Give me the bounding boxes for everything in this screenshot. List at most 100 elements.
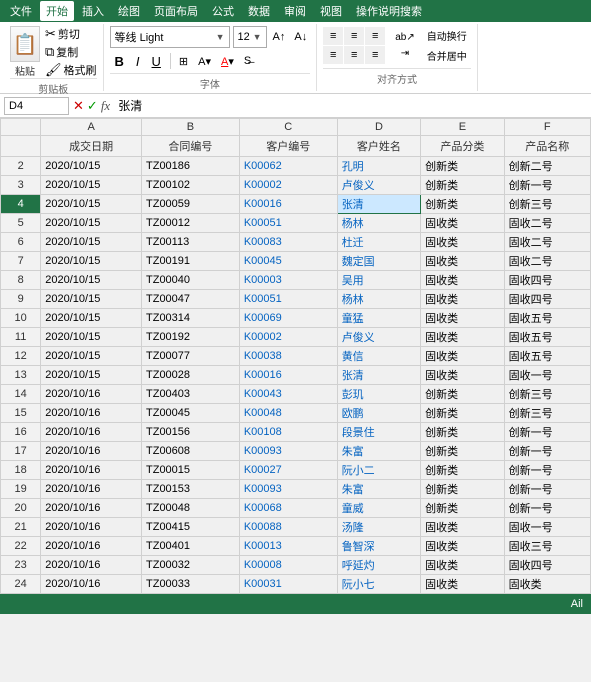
cell-e-2[interactable]: 创新类 — [421, 157, 504, 176]
cell-c-9[interactable]: K00051 — [239, 290, 337, 309]
row-header-12[interactable]: 12 — [1, 347, 41, 366]
border-button[interactable]: ⊞ — [175, 53, 192, 70]
cell-d-17[interactable]: 朱富 — [337, 442, 420, 461]
cell-f-3[interactable]: 创新一号 — [504, 176, 590, 195]
cell-c-8[interactable]: K00003 — [239, 271, 337, 290]
cell-a-5[interactable]: 2020/10/15 — [41, 214, 142, 233]
cell-e-23[interactable]: 固收类 — [421, 556, 504, 575]
cell-e-12[interactable]: 固收类 — [421, 347, 504, 366]
cell-d-23[interactable]: 呼延灼 — [337, 556, 420, 575]
cell-b-23[interactable]: TZ00032 — [142, 556, 240, 575]
cell-f-10[interactable]: 固收五号 — [504, 309, 590, 328]
cell-a-19[interactable]: 2020/10/16 — [41, 480, 142, 499]
cell-a-11[interactable]: 2020/10/15 — [41, 328, 142, 347]
cell-b-15[interactable]: TZ00045 — [142, 404, 240, 423]
cell-c-10[interactable]: K00069 — [239, 309, 337, 328]
cell-f-24[interactable]: 固收类 — [504, 575, 590, 594]
cell-b-11[interactable]: TZ00192 — [142, 328, 240, 347]
row-header-10[interactable]: 10 — [1, 309, 41, 328]
cell-f-2[interactable]: 创新二号 — [504, 157, 590, 176]
cell-a-17[interactable]: 2020/10/16 — [41, 442, 142, 461]
cell-e-5[interactable]: 固收类 — [421, 214, 504, 233]
cell-c-16[interactable]: K00108 — [239, 423, 337, 442]
cell-a-18[interactable]: 2020/10/16 — [41, 461, 142, 480]
cell-d-13[interactable]: 张清 — [337, 366, 420, 385]
cell-b-22[interactable]: TZ00401 — [142, 537, 240, 556]
insert-function-button[interactable]: fx — [101, 98, 110, 114]
cell-b-6[interactable]: TZ00113 — [142, 233, 240, 252]
col-header-b[interactable]: 合同编号 — [142, 136, 240, 157]
cell-f-4[interactable]: 创新三号 — [504, 195, 590, 214]
cell-a-14[interactable]: 2020/10/16 — [41, 385, 142, 404]
row-header-23[interactable]: 23 — [1, 556, 41, 575]
cell-f-5[interactable]: 固收二号 — [504, 214, 590, 233]
align-top-right-button[interactable]: ≡ — [365, 27, 385, 45]
cell-d-8[interactable]: 吴用 — [337, 271, 420, 290]
cell-d-21[interactable]: 汤隆 — [337, 518, 420, 537]
row-header-2[interactable]: 2 — [1, 157, 41, 176]
align-top-center-button[interactable]: ≡ — [344, 27, 364, 45]
cell-b-12[interactable]: TZ00077 — [142, 347, 240, 366]
col-letter-F[interactable]: F — [504, 119, 590, 136]
row-header-16[interactable]: 16 — [1, 423, 41, 442]
cell-b-4[interactable]: TZ00059 — [142, 195, 240, 214]
cell-f-8[interactable]: 固收四号 — [504, 271, 590, 290]
row-header-4[interactable]: 4 — [1, 195, 41, 214]
cell-d-14[interactable]: 彭玑 — [337, 385, 420, 404]
cell-f-23[interactable]: 固收四号 — [504, 556, 590, 575]
cell-a-10[interactable]: 2020/10/15 — [41, 309, 142, 328]
cell-e-14[interactable]: 创新类 — [421, 385, 504, 404]
row-header-17[interactable]: 17 — [1, 442, 41, 461]
bold-button[interactable]: B — [110, 51, 129, 71]
italic-button[interactable]: I — [131, 51, 145, 71]
row-header-22[interactable]: 22 — [1, 537, 41, 556]
col-header-e[interactable]: 产品分类 — [421, 136, 504, 157]
cell-e-19[interactable]: 创新类 — [421, 480, 504, 499]
cell-b-17[interactable]: TZ00608 — [142, 442, 240, 461]
cell-b-10[interactable]: TZ00314 — [142, 309, 240, 328]
font-size-selector[interactable]: 12 ▼ — [233, 26, 267, 48]
cell-a-13[interactable]: 2020/10/15 — [41, 366, 142, 385]
autowrap-button[interactable]: 自动换行 — [423, 26, 471, 45]
cell-b-20[interactable]: TZ00048 — [142, 499, 240, 518]
cell-c-5[interactable]: K00051 — [239, 214, 337, 233]
cell-e-3[interactable]: 创新类 — [421, 176, 504, 195]
cell-f-15[interactable]: 创新三号 — [504, 404, 590, 423]
cell-d-10[interactable]: 童猛 — [337, 309, 420, 328]
cell-a-23[interactable]: 2020/10/16 — [41, 556, 142, 575]
cell-a-6[interactable]: 2020/10/15 — [41, 233, 142, 252]
cell-b-8[interactable]: TZ00040 — [142, 271, 240, 290]
cell-d-16[interactable]: 段景住 — [337, 423, 420, 442]
menu-item-公式[interactable]: 公式 — [206, 1, 240, 21]
row-header-18[interactable]: 18 — [1, 461, 41, 480]
col-header-f[interactable]: 产品名称 — [504, 136, 590, 157]
cell-f-7[interactable]: 固收二号 — [504, 252, 590, 271]
copy-button[interactable]: ⧉ 复制 — [45, 44, 97, 60]
confirm-formula-button[interactable]: ✓ — [87, 98, 98, 114]
row-header-24[interactable]: 24 — [1, 575, 41, 594]
cell-c-11[interactable]: K00002 — [239, 328, 337, 347]
cell-c-23[interactable]: K00008 — [239, 556, 337, 575]
cell-f-19[interactable]: 创新一号 — [504, 480, 590, 499]
row-header-5[interactable]: 5 — [1, 214, 41, 233]
col-header-a[interactable]: 成交日期 — [41, 136, 142, 157]
row-header-3[interactable]: 3 — [1, 176, 41, 195]
cell-e-17[interactable]: 创新类 — [421, 442, 504, 461]
cell-a-22[interactable]: 2020/10/16 — [41, 537, 142, 556]
formula-input[interactable] — [114, 97, 587, 115]
cell-b-7[interactable]: TZ00191 — [142, 252, 240, 271]
menu-item-插入[interactable]: 插入 — [76, 1, 110, 21]
col-header-c[interactable]: 客户编号 — [239, 136, 337, 157]
font-name-selector[interactable]: 等线 Light ▼ — [110, 26, 230, 48]
row-header-7[interactable]: 7 — [1, 252, 41, 271]
cell-e-16[interactable]: 创新类 — [421, 423, 504, 442]
menu-item-文件[interactable]: 文件 — [4, 1, 38, 21]
cell-a-7[interactable]: 2020/10/15 — [41, 252, 142, 271]
cell-d-18[interactable]: 阮小二 — [337, 461, 420, 480]
cell-c-7[interactable]: K00045 — [239, 252, 337, 271]
decrease-font-button[interactable]: A↓ — [291, 28, 310, 46]
cell-e-7[interactable]: 固收类 — [421, 252, 504, 271]
cell-d-6[interactable]: 杜迁 — [337, 233, 420, 252]
row-header-13[interactable]: 13 — [1, 366, 41, 385]
align-middle-right-button[interactable]: ≡ — [365, 46, 385, 64]
